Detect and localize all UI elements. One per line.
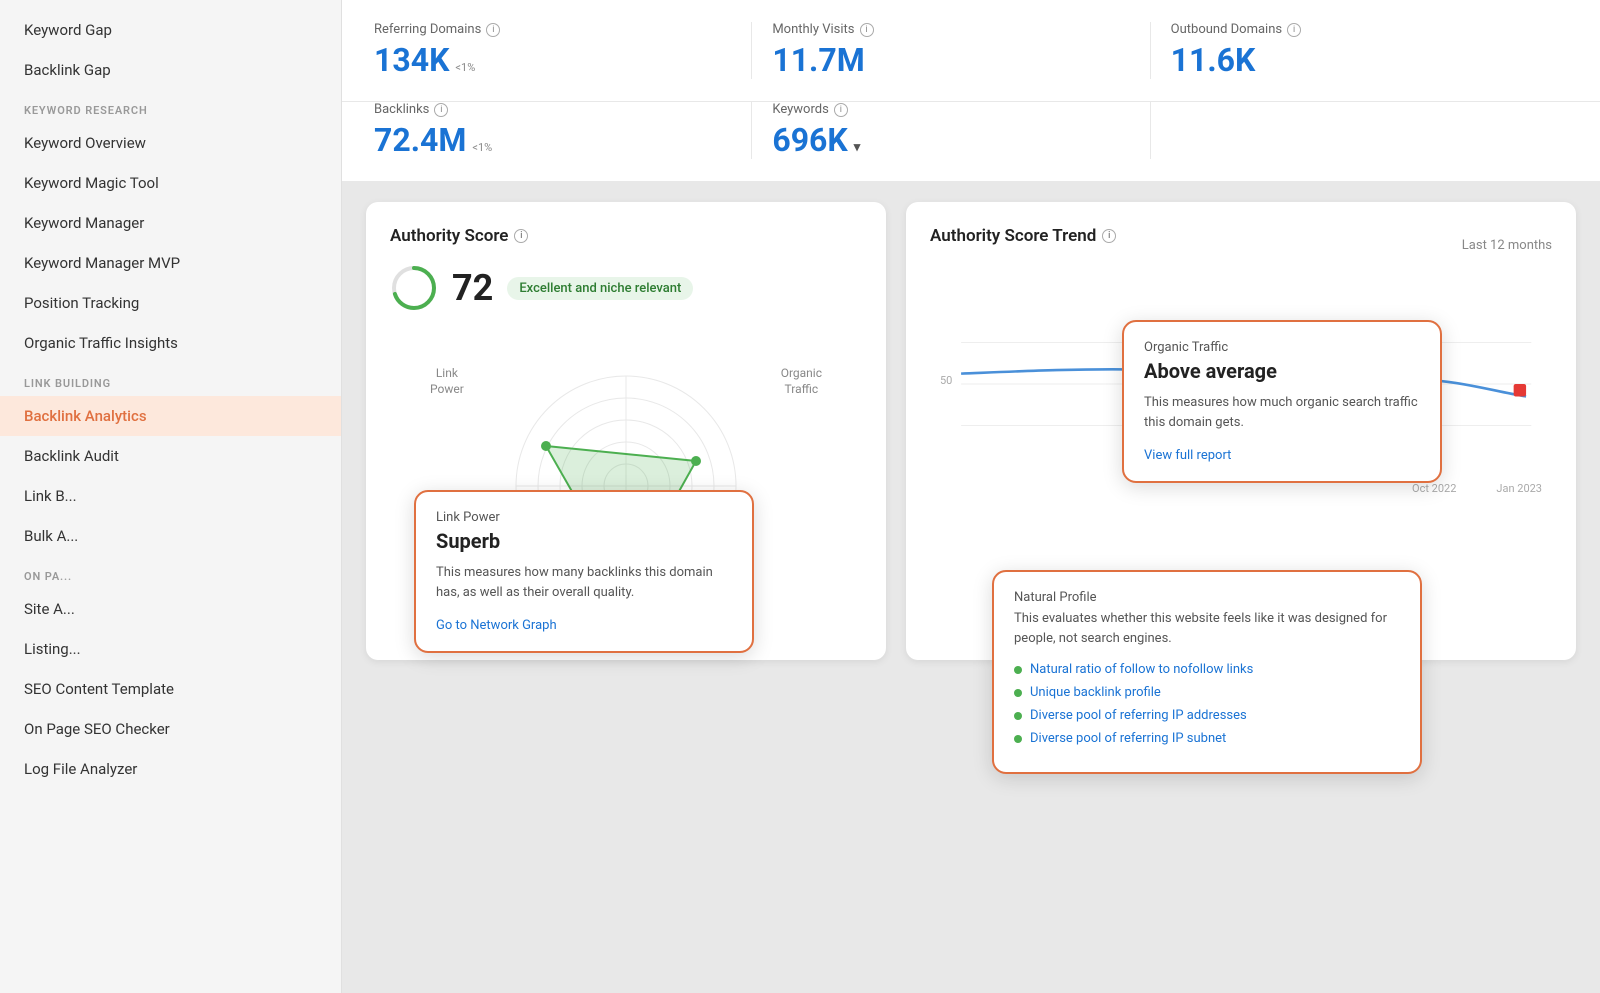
sidebar-item-keyword-gap[interactable]: Keyword Gap [0, 10, 341, 50]
sidebar-item-position-tracking[interactable]: Position Tracking [0, 283, 341, 323]
stat-backlinks: Backlinks i 72.4M <1% [374, 102, 752, 159]
link-power-desc: This measures how many backlinks this do… [436, 563, 732, 602]
natural-profile-item-1[interactable]: Natural ratio of follow to nofollow link… [1014, 662, 1400, 677]
trend-header: Authority Score Trend i Last 12 months [930, 226, 1552, 264]
sidebar-item-link-building[interactable]: Link B... [0, 476, 341, 516]
link-power-title: Superb [436, 529, 732, 553]
info-icon-as[interactable]: i [514, 229, 528, 243]
sidebar-item-keyword-manager[interactable]: Keyword Manager [0, 203, 341, 243]
x-label-jan-2023: Jan 2023 [1496, 482, 1542, 495]
info-icon-5[interactable]: i [834, 103, 848, 117]
organic-traffic-desc: This measures how much organic search tr… [1144, 393, 1420, 432]
stat-outbound-domains: Outbound Domains i 11.6K [1171, 22, 1548, 79]
sidebar-item-keyword-magic-tool[interactable]: Keyword Magic Tool [0, 163, 341, 203]
score-circle-icon [390, 264, 438, 312]
sidebar-item-backlink-gap[interactable]: Backlink Gap [0, 50, 341, 90]
info-icon-4[interactable]: i [434, 103, 448, 117]
stat-outbound-domains-label: Outbound Domains i [1171, 22, 1528, 37]
sidebar-item-keyword-overview[interactable]: Keyword Overview [0, 123, 341, 163]
go-to-network-graph-link[interactable]: Go to Network Graph [436, 618, 557, 633]
natural-profile-desc: This evaluates whether this website feel… [1014, 609, 1400, 648]
stat-backlinks-value: 72.4M <1% [374, 121, 731, 159]
info-icon-2[interactable]: i [860, 23, 874, 37]
y-axis-label: 50 [940, 374, 952, 387]
sidebar-item-organic-traffic-insights[interactable]: Organic Traffic Insights [0, 323, 341, 363]
sidebar-item-on-page-seo-checker[interactable]: On Page SEO Checker [0, 709, 341, 749]
sidebar-item-backlink-analytics[interactable]: Backlink Analytics [0, 396, 341, 436]
stat-monthly-visits: Monthly Visits i 11.7M [772, 22, 1150, 79]
organic-traffic-tooltip: Organic Traffic Above average This measu… [1122, 320, 1442, 483]
info-icon-trend[interactable]: i [1102, 229, 1116, 243]
stat-backlinks-badge: <1% [472, 141, 492, 154]
stats-bar-row2: Backlinks i 72.4M <1% Keywords i 696K ▾ [342, 102, 1600, 182]
radar-label-organic-traffic: OrganicTraffic [781, 366, 822, 397]
sidebar-item-bulk-analysis[interactable]: Bulk A... [0, 516, 341, 556]
trend-timerange: Last 12 months [1462, 238, 1552, 253]
dot-icon-3 [1014, 712, 1022, 720]
stat-referring-domains-label: Referring Domains i [374, 22, 731, 37]
stats-bar: Referring Domains i 134K <1% Monthly Vis… [342, 0, 1600, 102]
stat-keywords-value: 696K ▾ [772, 121, 1129, 159]
score-number: 72 [452, 267, 493, 309]
x-label-oct-2022: Oct 2022 [1412, 482, 1456, 495]
stat-monthly-visits-label: Monthly Visits i [772, 22, 1129, 37]
natural-profile-tooltip: Natural Profile This evaluates whether t… [992, 570, 1422, 774]
chevron-down-icon[interactable]: ▾ [854, 140, 861, 155]
dot-icon-4 [1014, 735, 1022, 743]
organic-traffic-category: Organic Traffic [1144, 340, 1420, 355]
dot-icon [1014, 666, 1022, 674]
sidebar-item-backlink-audit[interactable]: Backlink Audit [0, 436, 341, 476]
x-axis-labels: Oct 2022 Jan 2023 [930, 482, 1552, 495]
dot-icon-2 [1014, 689, 1022, 697]
sidebar-item-listing-management[interactable]: Listing... [0, 629, 341, 669]
sidebar-section-keyword-research: KEYWORD RESEARCH [0, 90, 341, 123]
trend-title: Authority Score Trend i [930, 226, 1116, 246]
stat-keywords: Keywords i 696K ▾ [772, 102, 1150, 159]
sidebar-section-on-page: ON PA... [0, 556, 341, 589]
stat-referring-domains-value: 134K <1% [374, 41, 731, 79]
stat-referring-domains-badge: <1% [455, 61, 475, 74]
score-badge: Excellent and niche relevant [507, 277, 693, 300]
stat-monthly-visits-value: 11.7M [772, 41, 1129, 79]
info-icon-3[interactable]: i [1287, 23, 1301, 37]
link-power-category: Link Power [436, 510, 732, 525]
authority-score-title: Authority Score i [390, 226, 862, 246]
natural-profile-item-4[interactable]: Diverse pool of referring IP subnet [1014, 731, 1400, 746]
stat-referring-domains: Referring Domains i 134K <1% [374, 22, 752, 79]
score-row: 72 Excellent and niche relevant [390, 264, 862, 312]
natural-profile-item-2[interactable]: Unique backlink profile [1014, 685, 1400, 700]
stat-placeholder [1171, 102, 1548, 159]
radar-label-link-power: LinkPower [430, 366, 464, 397]
view-full-report-link[interactable]: View full report [1144, 448, 1231, 463]
sidebar-item-log-file-analyzer[interactable]: Log File Analyzer [0, 749, 341, 789]
sidebar-item-keyword-manager-mvp[interactable]: Keyword Manager MVP [0, 243, 341, 283]
organic-traffic-title: Above average [1144, 359, 1420, 383]
stat-outbound-domains-value: 11.6K [1171, 41, 1528, 79]
info-icon[interactable]: i [486, 23, 500, 37]
link-power-tooltip: Link Power Superb This measures how many… [414, 490, 754, 653]
natural-profile-category: Natural Profile [1014, 590, 1400, 605]
sidebar-item-seo-content-template[interactable]: SEO Content Template [0, 669, 341, 709]
sidebar-item-site-audit[interactable]: Site A... [0, 589, 341, 629]
sidebar-section-link-building: LINK BUILDING [0, 363, 341, 396]
main-content: Referring Domains i 134K <1% Monthly Vis… [342, 0, 1600, 993]
natural-profile-item-3[interactable]: Diverse pool of referring IP addresses [1014, 708, 1400, 723]
stat-keywords-label: Keywords i [772, 102, 1129, 117]
stat-backlinks-label: Backlinks i [374, 102, 731, 117]
sidebar: Keyword Gap Backlink Gap KEYWORD RESEARC… [0, 0, 342, 993]
